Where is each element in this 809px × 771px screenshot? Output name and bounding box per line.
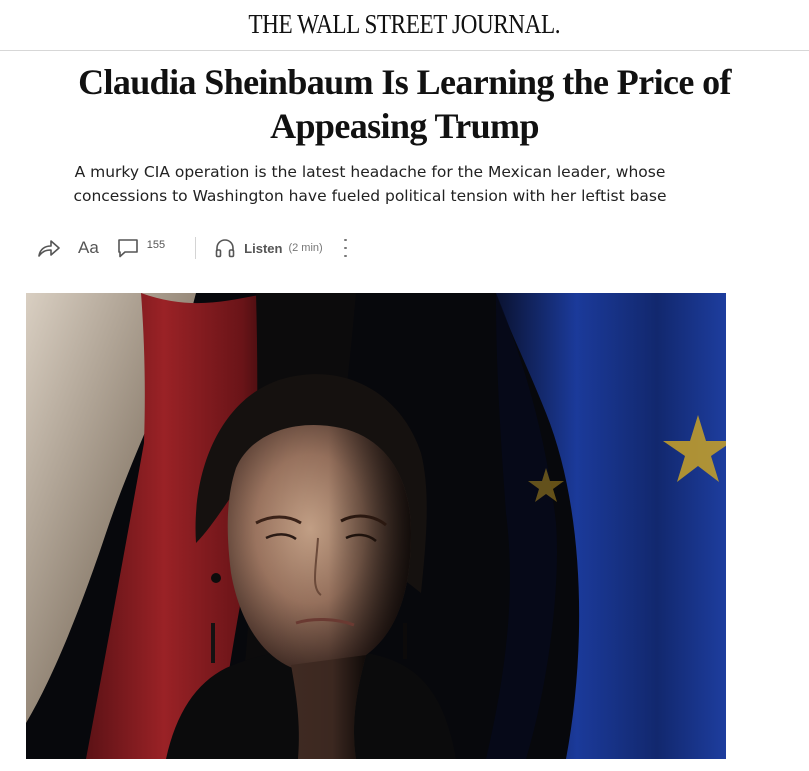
article-toolbar: Aa 155 Listen (2 min) — [36, 234, 349, 262]
article-headline: Claudia Sheinbaum Is Learning the Price … — [78, 62, 731, 146]
font-size-button[interactable]: Aa — [78, 238, 99, 258]
share-icon[interactable] — [36, 237, 62, 259]
hero-image — [26, 293, 726, 759]
comment-count: 155 — [146, 239, 166, 251]
masthead-logo[interactable]: THE WALL STREET JOURNAL. — [249, 9, 561, 40]
listen-label: Listen — [244, 240, 283, 256]
comment-icon — [117, 237, 139, 259]
toolbar-divider — [195, 237, 197, 259]
more-vertical-icon[interactable] — [343, 239, 349, 257]
listen-button[interactable]: Listen (2 min) — [214, 237, 323, 259]
masthead: THE WALL STREET JOURNAL. — [0, 0, 809, 51]
listen-duration: (2 min) — [288, 242, 323, 254]
article-dek: A murky CIA operation is the latest head… — [73, 163, 667, 205]
headphones-icon — [214, 237, 236, 259]
comments-button[interactable]: 155 — [117, 237, 165, 259]
